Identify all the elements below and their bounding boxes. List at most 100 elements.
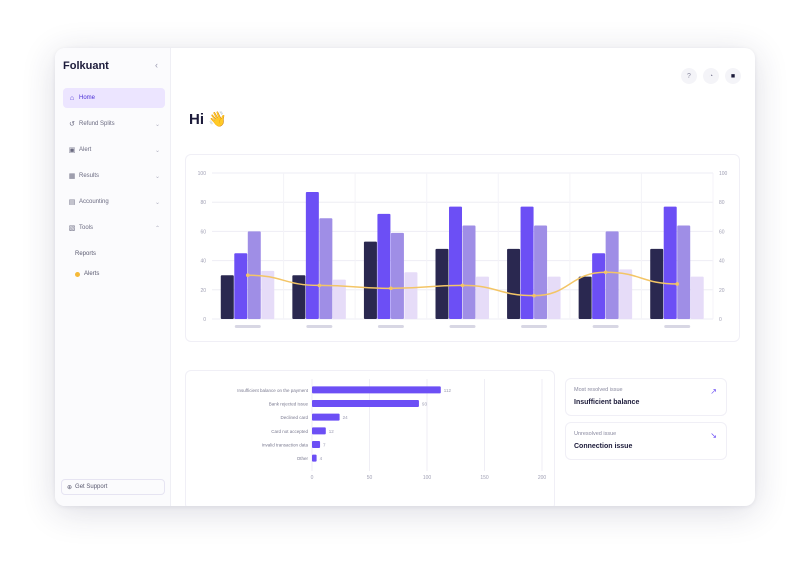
bar [435, 248, 449, 319]
chevron-down-icon: ⌄ [154, 121, 160, 128]
chevron-down-icon: ⌄ [154, 147, 160, 154]
bar [677, 225, 691, 319]
x-tick-label: 50 [367, 475, 373, 481]
issue-card-value: Connection issue [574, 443, 633, 450]
y-tick-label: 100 [198, 171, 207, 177]
trend-point [603, 270, 608, 275]
y-tick-label-right: 40 [719, 259, 725, 265]
sidebar-subitem-label: Alerts [84, 271, 100, 277]
chevron-down-icon: ⌄ [154, 173, 160, 180]
sidebar-item-home[interactable]: ⌂ Home [63, 88, 165, 108]
trend-point [245, 273, 250, 277]
sidebar-nav: ⌂ Home ↺ Refund Splits ⌄ ▣ Alert ⌄ ▦ Res… [63, 88, 165, 284]
bar [234, 253, 248, 319]
x-tick-label-placeholder [377, 325, 404, 328]
bar [690, 276, 704, 319]
data-label: 4 [320, 456, 323, 461]
sidebar-item-accounting[interactable]: ▤ Accounting ⌄ [63, 192, 165, 212]
y-tick-label: 80 [200, 200, 206, 206]
brand-logo[interactable]: Folkuant [63, 60, 109, 72]
sidebar-item-alert[interactable]: ▣ Alert ⌄ [63, 140, 165, 160]
sidebar-subitem-alerts[interactable]: Alerts [63, 264, 165, 284]
sidebar-item-label: Results [79, 173, 100, 179]
tools-icon: ▧ [68, 225, 76, 232]
category-label: Other [297, 456, 309, 461]
get-support-button[interactable]: ⊕ Get Support [61, 479, 165, 495]
sidebar-item-refund-splits[interactable]: ↺ Refund Splits ⌄ [63, 114, 165, 134]
sidebar-item-tools[interactable]: ▧ Tools ⌃ [63, 218, 165, 238]
chevron-left-icon[interactable]: ‹ [155, 60, 158, 70]
issue-card-value: Insufficient balance [574, 399, 640, 406]
bar [312, 427, 326, 435]
bar [534, 225, 548, 319]
bar [312, 386, 441, 394]
bar [377, 213, 391, 319]
data-label: 93 [422, 402, 428, 407]
bar [605, 231, 619, 319]
accounting-icon: ▤ [68, 199, 76, 206]
sidebar-subitem-reports[interactable]: Reports [63, 244, 165, 264]
x-tick-label: 0 [311, 475, 314, 481]
bar [462, 225, 476, 319]
user-icon[interactable]: ■ [725, 68, 741, 84]
y-tick-label-right: 100 [719, 171, 728, 177]
sidebar-item-results[interactable]: ▦ Results ⌄ [63, 166, 165, 186]
category-label: Card not accepted [271, 429, 308, 434]
alert-icon: ▣ [68, 147, 76, 154]
greeting-text: Hi [189, 111, 204, 128]
bar [312, 441, 321, 448]
home-icon: ⌂ [69, 94, 75, 102]
bar [619, 269, 633, 319]
most-resolved-card[interactable]: Most resolved issue Insufficient balance… [565, 378, 727, 416]
trend-point [675, 282, 680, 286]
wave-icon: 👋 [208, 111, 227, 128]
bar [312, 454, 317, 462]
header-actions: ? ◔ ■ [681, 68, 741, 84]
help-icon[interactable]: ? [681, 68, 697, 84]
category-label: Declined card [280, 415, 308, 420]
issues-chart-card: 0 50 100 150 200 Insufficient balance on the … [185, 370, 555, 506]
x-tick-label: 100 [423, 475, 432, 481]
bar [578, 276, 592, 319]
y-tick-label-right: 0 [719, 317, 722, 323]
category-label: Bank rejected issue [269, 402, 309, 407]
bar [404, 272, 418, 319]
data-label: 24 [343, 415, 349, 420]
y-tick-label: 20 [200, 288, 206, 294]
bar [390, 232, 404, 319]
bar [663, 206, 677, 319]
status-dot-icon [75, 271, 80, 277]
bar [312, 400, 419, 407]
data-label: 112 [444, 388, 452, 393]
category-label: Insufficient balance on the payment [237, 388, 308, 393]
trend-point [317, 283, 322, 288]
notification-icon[interactable]: ◔ [703, 68, 719, 84]
grouped-bar-chart: 0 20 40 60 80 100 0 20 40 60 80 100 [198, 171, 728, 328]
unresolved-card[interactable]: Unresolved issue Connection issue ↘ [565, 422, 727, 460]
y-tick-label: 40 [200, 259, 206, 265]
bar [319, 218, 333, 319]
x-tick-label-placeholder [234, 325, 261, 328]
refund-icon: ↺ [69, 121, 75, 128]
transactions-chart-card: 0 20 40 60 80 100 0 20 40 60 80 100 [185, 154, 740, 342]
trend-point [532, 293, 536, 298]
bar [449, 206, 462, 319]
category-label: Invalid transaction data [262, 443, 309, 448]
bar [592, 253, 606, 319]
y-tick-label-right: 80 [719, 200, 725, 206]
sidebar-item-label: Home [79, 95, 96, 101]
issue-card-label: Most resolved issue [574, 387, 623, 393]
x-tick-label: 200 [538, 475, 547, 481]
y-tick-label-right: 60 [719, 229, 725, 235]
bar [507, 248, 521, 319]
bar [220, 275, 234, 319]
sidebar-item-label: Refund Splits [79, 121, 115, 127]
y-tick-label: 60 [200, 229, 206, 235]
sidebar-item-label: Accounting [79, 199, 109, 205]
trend-point [389, 286, 393, 291]
x-tick-label-placeholder [306, 325, 333, 328]
sidebar-item-label: Tools [79, 225, 94, 231]
trend-up-icon: ↗ [710, 387, 717, 396]
trend-down-icon: ↘ [710, 431, 717, 440]
bar [520, 206, 534, 319]
